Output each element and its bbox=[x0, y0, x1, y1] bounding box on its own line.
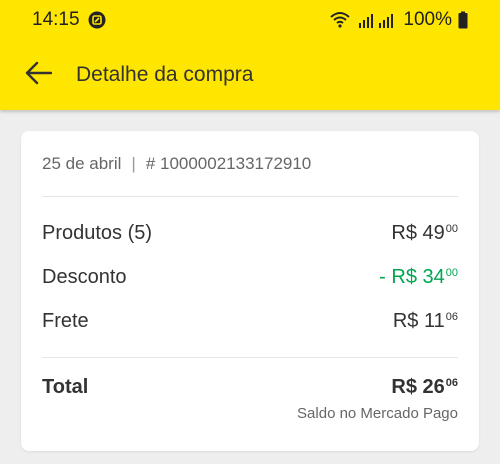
discount-label: Desconto bbox=[42, 265, 127, 288]
header-separator: | bbox=[131, 153, 136, 173]
signal-icon bbox=[357, 11, 397, 29]
shipping-row: Frete R$ 11 06 bbox=[42, 299, 458, 343]
products-amount-cents: 00 bbox=[445, 222, 458, 235]
purchase-summary-card: 25 de abril | # 1000002133172910 Produto… bbox=[21, 131, 479, 451]
purchase-date: 25 de abril bbox=[42, 153, 122, 173]
shipping-amount: R$ 11 06 bbox=[393, 310, 458, 333]
page-title: Detalhe da compra bbox=[76, 63, 254, 86]
total-amount: R$ 26 06 bbox=[391, 376, 458, 399]
status-app-icon bbox=[88, 11, 106, 29]
total-amount-cents: 06 bbox=[445, 377, 458, 389]
payment-method: Saldo no Mercado Pago bbox=[297, 405, 458, 422]
app-bar: Detalhe da compra bbox=[0, 40, 500, 110]
order-number: # 1000002133172910 bbox=[145, 153, 312, 173]
shipping-amount-main: R$ 11 bbox=[392, 309, 445, 332]
status-bar: 14:15 100% bbox=[0, 0, 500, 40]
products-row: Produtos (5) R$ 49 00 bbox=[42, 211, 458, 255]
battery-icon bbox=[458, 11, 468, 29]
discount-row: Desconto - R$ 34 00 bbox=[42, 255, 458, 299]
discount-amount-cents: 00 bbox=[445, 266, 458, 279]
status-right: 100% bbox=[329, 9, 468, 31]
total-label: Total bbox=[42, 376, 89, 398]
battery-text: 100% bbox=[403, 9, 452, 30]
products-amount: R$ 49 00 bbox=[391, 222, 458, 245]
discount-amount-main: - R$ 34 bbox=[379, 265, 445, 288]
purchase-info: 25 de abril | # 1000002133172910 bbox=[42, 131, 458, 197]
summary-rows: Produtos (5) R$ 49 00 Desconto - R$ 34 0… bbox=[42, 197, 458, 358]
status-time: 14:15 bbox=[32, 9, 80, 30]
discount-amount: - R$ 34 00 bbox=[379, 266, 458, 289]
products-amount-main: R$ 49 bbox=[391, 221, 445, 244]
shipping-amount-cents: 06 bbox=[445, 310, 458, 323]
back-arrow-icon bbox=[24, 61, 53, 90]
total-row: Total R$ 26 06 bbox=[42, 376, 458, 399]
products-label: Produtos (5) bbox=[42, 221, 153, 244]
back-button[interactable] bbox=[18, 55, 58, 95]
total-amount-main: R$ 26 bbox=[391, 376, 445, 398]
status-left: 14:15 bbox=[32, 9, 106, 31]
wifi-icon bbox=[329, 11, 351, 29]
shipping-label: Frete bbox=[42, 309, 89, 332]
